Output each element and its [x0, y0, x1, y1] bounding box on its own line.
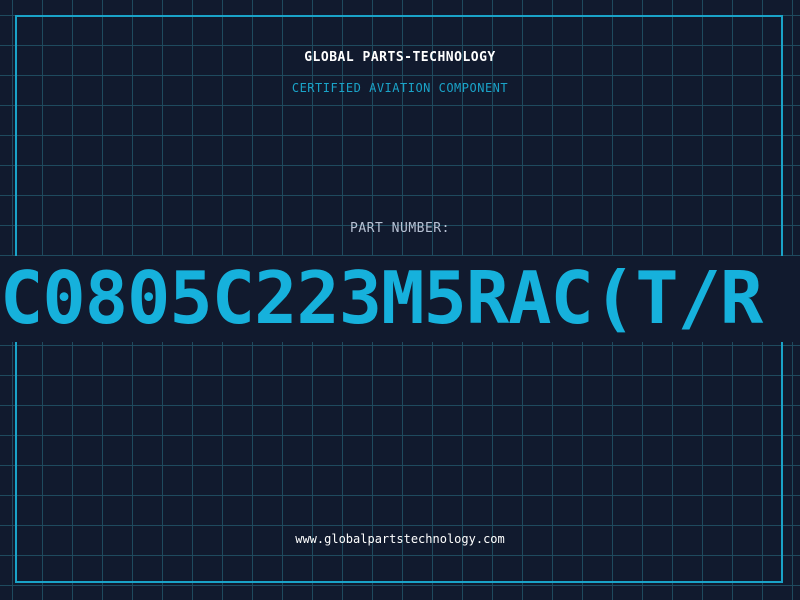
part-number-value: C0805C223M5RAC(T/R: [0, 256, 763, 340]
part-number-band: C0805C223M5RAC(T/R: [0, 256, 800, 342]
part-card: GLOBAL PARTS-TECHNOLOGY CERTIFIED AVIATI…: [0, 0, 800, 600]
certification-tagline: CERTIFIED AVIATION COMPONENT: [291, 81, 509, 95]
company-name: GLOBAL PARTS-TECHNOLOGY: [304, 50, 496, 65]
website-url: www.globalpartstechnology.com: [295, 532, 505, 546]
part-number-label: PART NUMBER:: [350, 221, 450, 236]
